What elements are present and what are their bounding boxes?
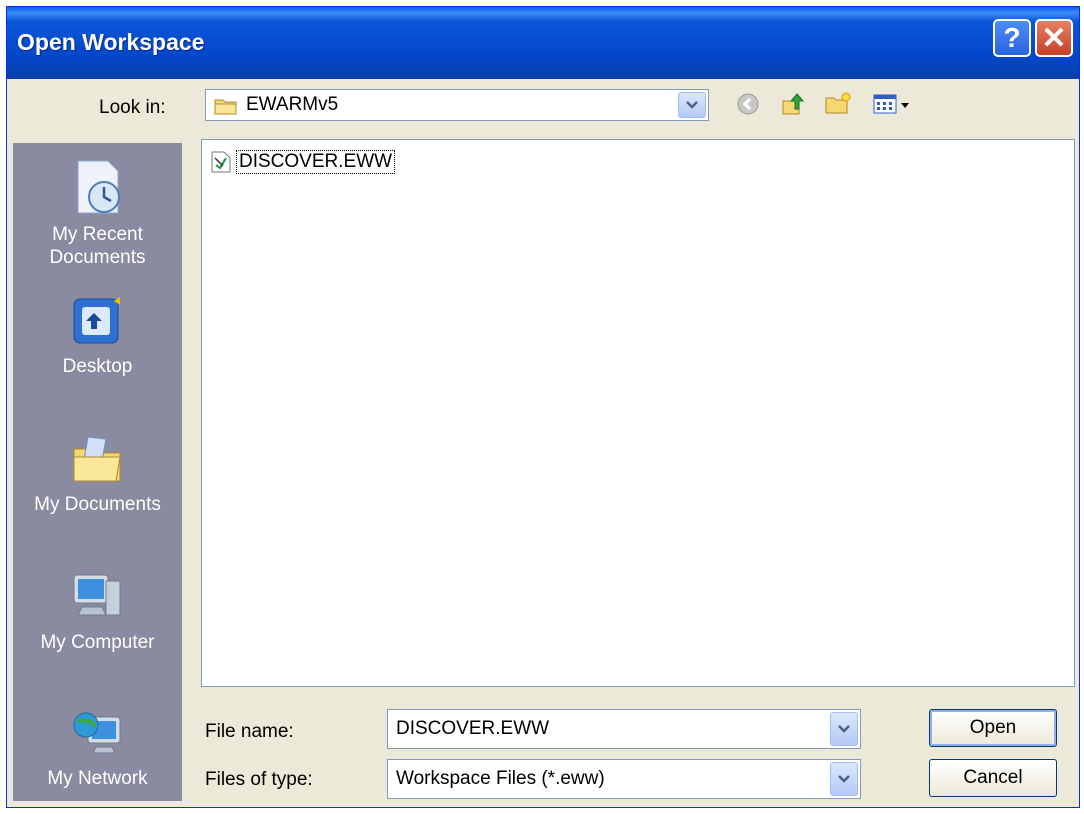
place-my-computer[interactable]: My Computer <box>13 569 182 654</box>
look-in-dropdown-button[interactable] <box>678 92 706 118</box>
my-network-icon <box>73 712 120 754</box>
file-name: DISCOVER.EWW <box>236 150 396 174</box>
title-bar[interactable]: Open Workspace ? ✕ <box>7 7 1079 79</box>
file-name-combo[interactable]: DISCOVER.EWW <box>387 709 861 749</box>
new-folder-button[interactable] <box>823 89 853 119</box>
back-button[interactable] <box>733 89 763 119</box>
view-menu-icon <box>873 94 909 114</box>
files-of-type-combo[interactable]: Workspace Files (*.eww) <box>387 759 861 799</box>
place-label: My Network <box>47 768 148 789</box>
back-arrow-icon <box>737 93 759 115</box>
close-button[interactable]: ✕ <box>1035 19 1073 57</box>
open-workspace-dialog: Open Workspace ? ✕ Look in: EWARMv5 My R… <box>6 6 1080 808</box>
chevron-down-icon <box>838 725 850 733</box>
recent-documents-icon <box>77 160 120 214</box>
file-name-dropdown-button[interactable] <box>830 712 858 746</box>
place-label: My Documents <box>34 494 161 515</box>
place-label: Desktop <box>62 356 133 377</box>
place-my-recent-documents[interactable]: My Recent Documents <box>13 157 182 269</box>
chevron-down-icon <box>838 775 850 783</box>
up-folder-icon <box>782 93 805 115</box>
chevron-down-icon <box>686 101 698 109</box>
view-menu-button[interactable] <box>871 89 915 119</box>
new-folder-icon <box>825 92 851 114</box>
look-in-combo[interactable]: EWARMv5 <box>205 89 709 121</box>
place-label: Documents <box>49 247 146 268</box>
desktop-icon <box>73 297 120 344</box>
place-label: My Recent <box>52 224 143 245</box>
places-bar: My Recent Documents Desktop My Documents… <box>13 143 182 801</box>
place-desktop[interactable]: Desktop <box>13 293 182 378</box>
place-my-network[interactable]: My Network <box>13 705 182 790</box>
files-of-type-label: Files of type: <box>205 769 313 790</box>
place-label: My Computer <box>40 632 155 653</box>
my-computer-icon <box>73 574 120 616</box>
files-of-type-value: Workspace Files (*.eww) <box>396 768 605 789</box>
file-item[interactable]: DISCOVER.EWW <box>210 150 396 174</box>
open-button[interactable]: Open <box>929 709 1057 747</box>
files-of-type-dropdown-button[interactable] <box>830 762 858 796</box>
window-title: Open Workspace <box>17 29 205 55</box>
file-list[interactable]: DISCOVER.EWW <box>201 139 1075 687</box>
file-name-label: File name: <box>205 721 294 742</box>
workspace-file-icon <box>211 151 231 173</box>
cancel-button[interactable]: Cancel <box>929 759 1057 797</box>
my-documents-icon <box>73 436 121 482</box>
folder-icon <box>214 96 238 121</box>
place-my-documents[interactable]: My Documents <box>13 431 182 516</box>
look-in-value: EWARMv5 <box>246 94 339 115</box>
up-folder-button[interactable] <box>779 89 809 119</box>
file-name-input[interactable]: DISCOVER.EWW <box>396 718 549 740</box>
look-in-label: Look in: <box>99 97 166 118</box>
help-button[interactable]: ? <box>993 19 1031 57</box>
